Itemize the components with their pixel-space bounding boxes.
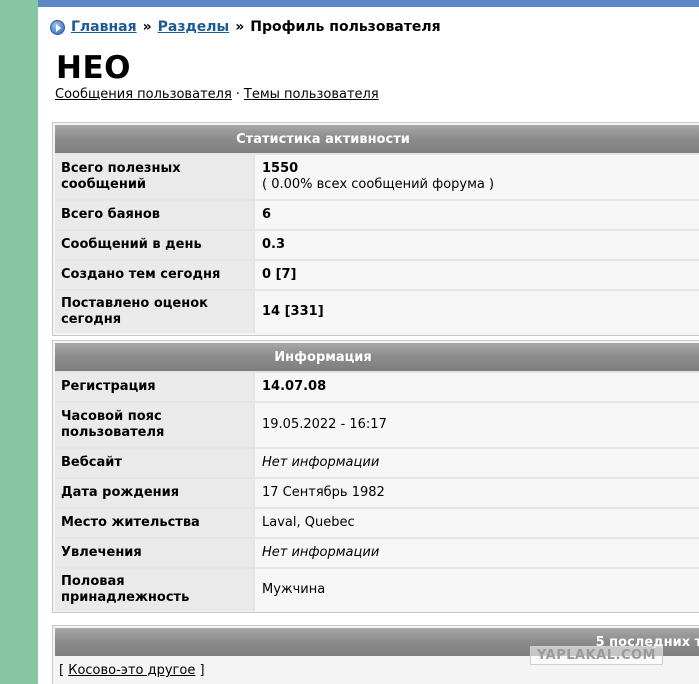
info-row-registration: Регистрация 14.07.08 — [55, 371, 699, 401]
info-row-interests: Увлечения Нет информации — [55, 537, 699, 567]
stats-value: 1550 ( 0.00% всех сообщений форума ) — [253, 155, 699, 199]
bayans-count: 6 — [262, 207, 272, 222]
info-value: Laval, Quebec — [253, 509, 699, 537]
info-value: 17 Сентябрь 1982 — [253, 479, 699, 507]
info-row-timezone: Часовой пояс пользователя 19.05.2022 - 1… — [55, 401, 699, 447]
stats-value: 14 [331] — [253, 291, 699, 333]
information-header: Информация — [55, 343, 699, 371]
breadcrumb-current: Профиль пользователя — [250, 19, 441, 35]
stats-row-bayans: Всего баянов 6 — [55, 199, 699, 229]
stats-row-topics-today: Создано тем сегодня 0 [7] — [55, 259, 699, 289]
info-value: Мужчина — [253, 569, 699, 611]
stats-label: Создано тем сегодня — [55, 261, 253, 289]
activity-stats-table: Статистика активности Всего полезных соо… — [52, 122, 699, 336]
breadcrumb-sections-link[interactable]: Разделы — [158, 19, 230, 35]
posts-per-day-value: 0.3 — [262, 237, 286, 252]
ratings-today-value: 14 [331] — [262, 304, 324, 319]
stats-row-useful-posts: Всего полезных сообщений 1550 ( 0.00% вс… — [55, 153, 699, 199]
info-row-gender: Половая принадлежность Мужчина — [55, 567, 699, 611]
profile-links: Сообщения пользователя · Темы пользователя — [55, 87, 379, 102]
info-label: Половая принадлежность — [55, 569, 253, 611]
info-value: Нет информации — [253, 449, 699, 477]
left-side-bar — [0, 0, 38, 684]
top-bar — [38, 0, 699, 7]
gender-value: Мужчина — [262, 582, 326, 597]
info-label: Увлечения — [55, 539, 253, 567]
breadcrumb-separator: » — [142, 19, 152, 35]
topics-today-value: 0 [7] — [262, 267, 297, 282]
info-value: 19.05.2022 - 16:17 — [253, 403, 699, 447]
website-value: Нет информации — [262, 455, 380, 470]
stats-label: Поставлено оценок сегодня — [55, 291, 253, 333]
stats-label: Сообщений в день — [55, 231, 253, 259]
stats-row-posts-per-day: Сообщений в день 0.3 — [55, 229, 699, 259]
information-table: Информация Регистрация 14.07.08 Часовой … — [52, 340, 699, 613]
stats-value: 6 — [253, 201, 699, 229]
breadcrumb: Главная » Разделы » Профиль пользователя — [50, 19, 441, 35]
useful-posts-share: ( 0.00% всех сообщений форума ) — [262, 177, 495, 192]
info-label: Место жительства — [55, 509, 253, 537]
recent-topic-link[interactable]: Косово-это другое — [68, 663, 195, 678]
stats-row-ratings-today: Поставлено оценок сегодня 14 [331] — [55, 289, 699, 333]
profile-username: HEO — [56, 50, 131, 86]
stats-value: 0 [7] — [253, 261, 699, 289]
main-content: Главная » Разделы » Профиль пользователя… — [38, 7, 699, 684]
info-label: Регистрация — [55, 373, 253, 401]
useful-posts-count: 1550 — [262, 161, 299, 176]
nav-arrow-icon — [50, 19, 65, 35]
info-row-website: Вебсайт Нет информации — [55, 447, 699, 477]
registration-date: 14.07.08 — [262, 379, 327, 394]
info-label: Часовой пояс пользователя — [55, 403, 253, 447]
user-local-time: 19.05.2022 - 16:17 — [262, 417, 387, 432]
stats-label: Всего полезных сообщений — [55, 155, 253, 199]
birthday-value: 17 Сентябрь 1982 — [262, 485, 385, 500]
user-messages-link[interactable]: Сообщения пользователя — [55, 87, 232, 102]
location-value: Laval, Quebec — [262, 515, 355, 530]
info-row-location: Место жительства Laval, Quebec — [55, 507, 699, 537]
user-topics-link[interactable]: Темы пользователя — [244, 87, 379, 102]
info-label: Дата рождения — [55, 479, 253, 507]
stats-label: Всего баянов — [55, 201, 253, 229]
interests-value: Нет информации — [262, 545, 380, 560]
info-row-birthday: Дата рождения 17 Сентябрь 1982 — [55, 477, 699, 507]
site-watermark: YAPLAKAL.COM — [530, 646, 663, 665]
info-label: Вебсайт — [55, 449, 253, 477]
stats-value: 0.3 — [253, 231, 699, 259]
info-value: Нет информации — [253, 539, 699, 567]
link-separator: · — [235, 87, 240, 102]
breadcrumb-separator: » — [235, 19, 245, 35]
info-value: 14.07.08 — [253, 373, 699, 401]
breadcrumb-home-link[interactable]: Главная — [71, 19, 137, 35]
bracket: ] — [199, 663, 205, 678]
activity-stats-header: Статистика активности — [55, 125, 699, 153]
bracket: [ — [59, 663, 65, 678]
